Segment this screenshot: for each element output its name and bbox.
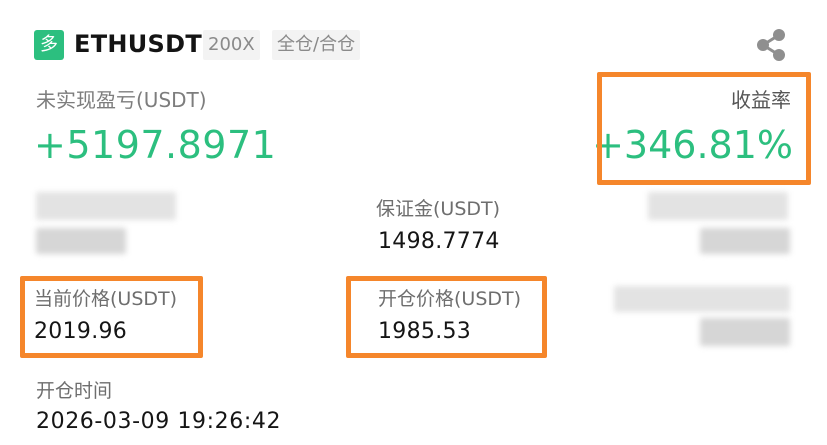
redacted-field-label [648,192,788,220]
redacted-field-value [700,318,790,346]
unrealized-pnl-value: +5197.8971 [34,123,277,167]
leverage-chip: 200X [203,30,260,60]
redacted-field-label [614,286,790,312]
margin-mode-chip: 全仓/合仓 [272,30,361,60]
redacted-field-label [36,192,176,220]
redacted-field-value [700,228,790,254]
open-time-value: 2026-03-09 19:26:42 [36,409,282,434]
current-price-highlight-box [20,276,203,358]
unrealized-pnl-label: 未实现盈亏(USDT) [36,88,207,112]
open-price-highlight-box [346,276,547,358]
roi-highlight-box [597,72,811,185]
redacted-field-value [36,228,126,254]
share-icon[interactable] [755,28,787,62]
open-time-label: 开仓时间 [36,380,113,402]
symbol-title: ETHUSDT [74,30,203,58]
long-side-badge: 多 [34,30,64,60]
margin-value: 1498.7774 [378,229,500,254]
margin-label: 保证金(USDT) [376,198,501,220]
